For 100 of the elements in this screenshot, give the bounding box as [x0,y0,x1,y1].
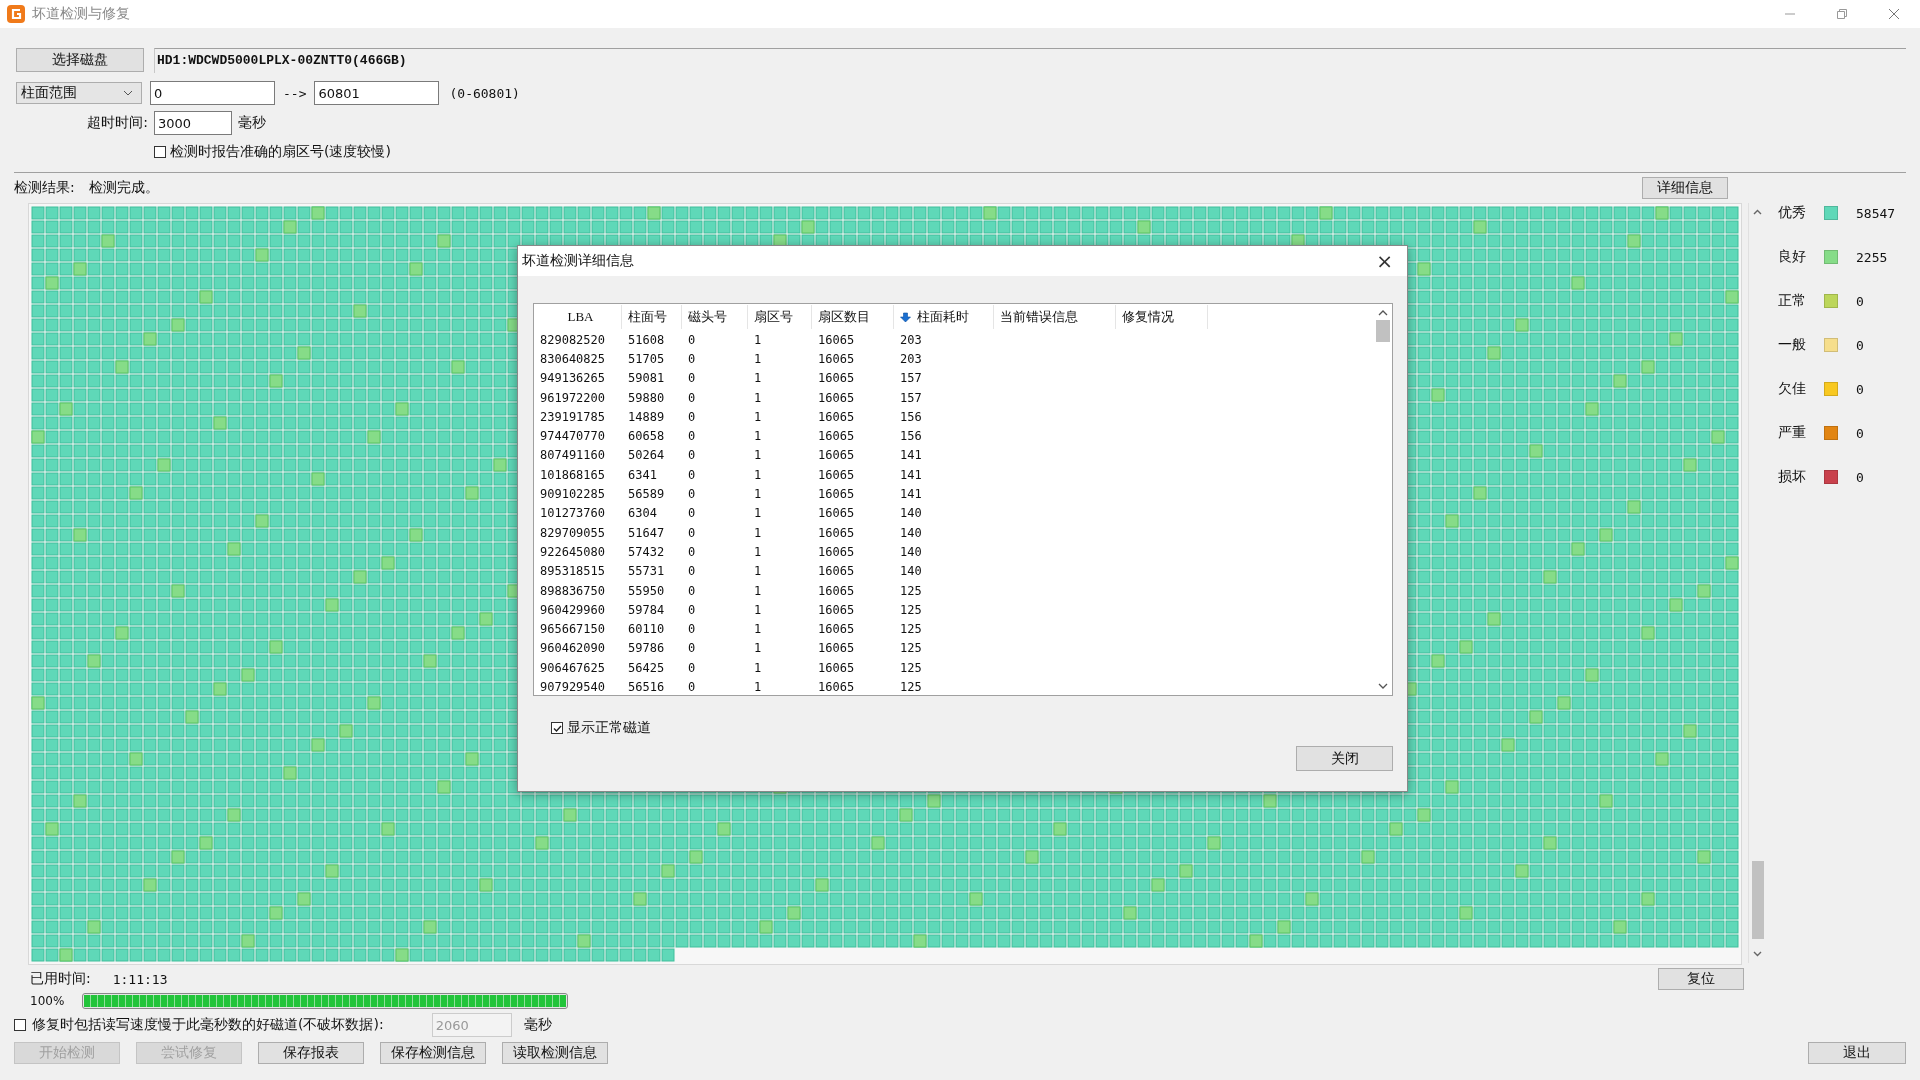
exact-sector-label: 检测时报告准确的扇区号(速度较慢) [170,143,391,161]
dialog-close-action-button[interactable]: 关闭 [1296,746,1393,771]
scroll-up-icon[interactable] [1378,310,1388,316]
show-normal-checkbox[interactable] [551,722,563,734]
table-cell-text: 907929540 [540,680,607,694]
column-header[interactable]: 柱面号 [622,305,682,329]
table-cell-text: 16065 [818,371,856,386]
table-cell-text: 16065 [818,351,856,366]
select-disk-button[interactable]: 选择磁盘 [16,48,144,72]
table-cell-text: 59784 [628,602,666,617]
close-icon[interactable] [1888,8,1900,20]
table-cell-text: 0 [688,564,697,579]
table-cell-text: 16065 [818,448,856,463]
chevron-down-icon [123,90,133,96]
scroll-down-icon[interactable] [1753,951,1762,957]
exact-sector-checkbox[interactable] [154,146,166,158]
scrollbar[interactable] [1748,203,1766,963]
table-cell-text: 203 [900,332,923,347]
range-start-field[interactable]: 0 [150,81,275,105]
column-header[interactable]: 扇区号 [748,305,812,329]
timeout-field[interactable]: 3000 [154,111,232,135]
table-cell-text: 974470770 [540,429,607,444]
table-cell-text: 0 [688,660,697,675]
exit-button[interactable]: 退出 [1808,1042,1906,1064]
result-value: 检测完成。 [88,179,160,197]
table-cell-text: 125 [900,660,923,675]
table-cell-text: 1 [754,351,763,366]
scrollbar-thumb[interactable] [1751,861,1764,939]
scrollbar-thumb[interactable] [1376,320,1390,342]
legend-label: 严重 [1778,424,1807,442]
table-cell-text: 1 [754,371,763,386]
table-cell-text: 16065 [818,544,856,559]
table-cell-text: 1 [754,641,763,656]
legend-count: 0 [1856,425,1864,441]
table-cell-text: 909102285 [540,487,607,501]
legend-count: 0 [1856,337,1864,353]
table-cell-text: 895318515 [540,564,607,579]
action-button[interactable]: 保存报表 [258,1042,364,1064]
table-cell-text: 140 [900,525,923,540]
table-cell-text: 125 [900,641,923,656]
reset-button[interactable]: 复位 [1658,968,1744,990]
table-cell-text: 51608 [628,332,666,347]
table-cell-text: 829082520 [540,332,607,347]
table-cell-text: 0 [688,332,697,347]
action-button[interactable]: 保存检测信息 [380,1042,486,1064]
scroll-down-icon[interactable] [1378,683,1388,689]
table-cell-text: 51705 [628,351,666,366]
legend-label: 一般 [1778,336,1807,354]
table-cell-text: 960462090 [540,641,607,656]
table-cell-text: 960429960 [540,602,607,617]
table-cell-text: 1 [754,583,763,598]
table-cell-text: 1 [754,487,763,501]
table-cell-text: 59081 [628,371,666,386]
table-cell-text: 239191785 [540,409,607,424]
scroll-up-icon[interactable] [1753,209,1762,215]
table-cell-text: 1 [754,332,763,347]
range-mode-dropdown[interactable]: 柱面范围 [16,82,142,104]
range-end-field[interactable]: 60801 [314,81,440,105]
table-cell-text: 140 [900,506,923,521]
table-cell-text: 16065 [818,564,856,579]
table-cell-text: 898836750 [540,583,607,598]
column-header[interactable]: 磁头号 [682,305,748,329]
table-cell-text: 141 [900,467,923,482]
column-header[interactable]: 柱面耗时 [894,305,994,329]
table-cell-text: 0 [688,390,697,405]
column-header[interactable]: 当前错误信息 [994,305,1116,329]
table-cell-text: 1 [754,409,763,424]
column-header[interactable]: 扇区数目 [812,305,894,329]
table-cell-text: 0 [688,487,697,501]
elapsed-label: 已用时间: [30,970,91,988]
table-cell-text: 1 [754,622,763,637]
action-button[interactable]: 读取检测信息 [502,1042,608,1064]
table-cell-text: 140 [900,564,923,579]
table-cell-text: 141 [900,448,923,463]
details-button[interactable]: 详细信息 [1642,177,1728,199]
legend-count: 2255 [1856,249,1888,265]
table-cell-text: 0 [688,525,697,540]
legend-label: 良好 [1778,248,1807,266]
column-header[interactable]: 修复情况 [1116,305,1208,329]
dialog-close-button[interactable]: × [1376,251,1393,271]
table-cell-text: 51647 [628,525,666,540]
table-cell-text: 50264 [628,448,666,463]
restore-icon[interactable] [1836,8,1848,20]
legend-label: 正常 [1778,292,1807,310]
legend-label: 损坏 [1778,468,1807,486]
dialog-title: 坏道检测详细信息 [522,252,634,270]
table-cell-text: 1 [754,429,763,444]
table-cell-text: 16065 [818,602,856,617]
range-hint: (0-60801) [449,85,520,101]
table-cell-text: 16065 [818,332,856,347]
table-cell-text: 807491160 [540,448,607,463]
table-cell-text: 922645080 [540,544,607,559]
table-cell-text: 1 [754,525,763,540]
table-cell-text: 0 [688,371,697,386]
disk-name-field: HD1:WDCWD5000LPLX-00ZNTT0(466GB) [154,47,1906,73]
column-header[interactable]: LBA [534,305,622,329]
table-cell-text: 0 [688,680,697,694]
legend-label: 欠佳 [1778,380,1807,398]
table-cell-text: 16065 [818,525,856,540]
table-cell-text: 14889 [628,409,666,424]
